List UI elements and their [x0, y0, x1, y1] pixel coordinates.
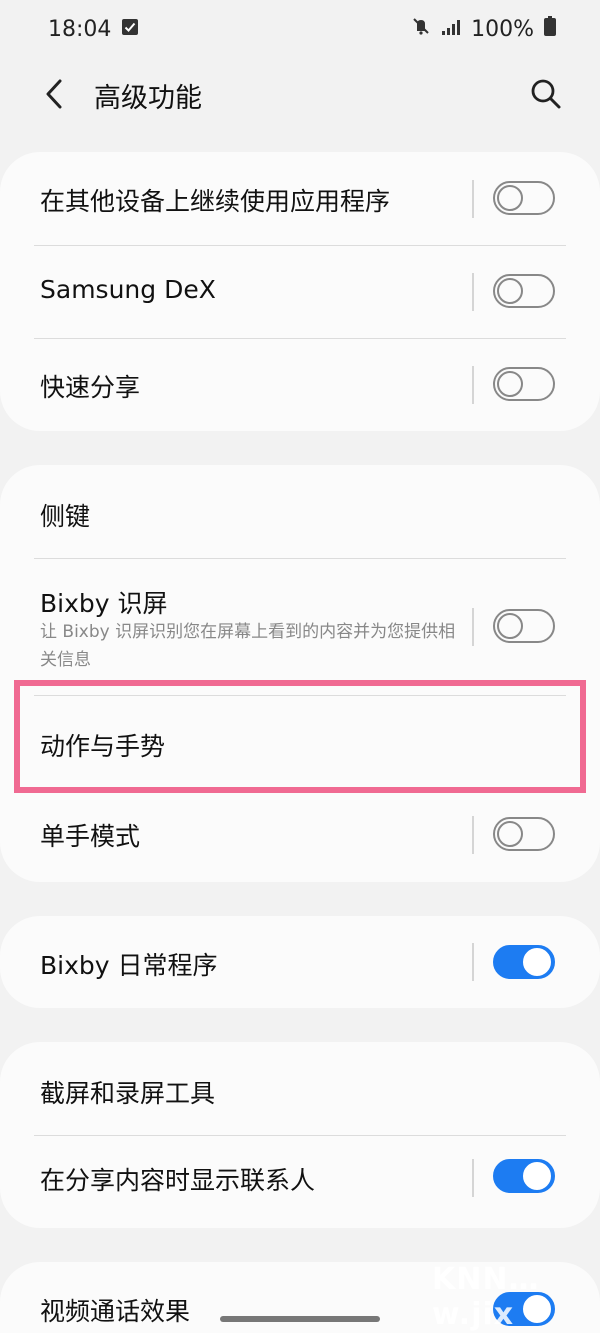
quick-share-toggle[interactable]: [493, 367, 555, 401]
row-separator: [472, 608, 474, 646]
toggle-knob: [497, 821, 523, 847]
row-screenshot-tools[interactable]: 截屏和录屏工具: [0, 1042, 600, 1135]
row-bixby-routines[interactable]: Bixby 日常程序: [0, 916, 600, 1008]
row-separator: [472, 816, 474, 854]
row-label: 在分享内容时显示联系人: [40, 1166, 316, 1195]
samsung-dex-toggle[interactable]: [493, 274, 555, 308]
battery-icon: [544, 16, 556, 42]
row-label: 动作与手势: [40, 732, 166, 761]
search-icon: [531, 79, 561, 109]
row-label: Bixby 日常程序: [40, 951, 218, 980]
row-continue-apps[interactable]: 在其他设备上继续使用应用程序: [0, 152, 600, 245]
settings-card-bixby: Bixby 日常程序: [0, 916, 600, 1008]
toggle-knob: [523, 948, 551, 976]
row-separator: [472, 943, 474, 981]
row-separator: [472, 366, 474, 404]
row-separator: [472, 1159, 474, 1197]
toggle-knob: [523, 1162, 551, 1190]
toggle-knob: [497, 371, 523, 397]
row-label: 单手模式: [40, 822, 141, 851]
row-label: 侧键: [40, 502, 91, 531]
row-motions-gestures[interactable]: 动作与手势: [0, 695, 600, 789]
row-samsung-dex[interactable]: Samsung DeX: [0, 245, 600, 338]
status-time: 18:04: [48, 16, 112, 42]
toggle-knob: [497, 613, 523, 639]
home-indicator[interactable]: [220, 1316, 380, 1322]
status-bar: 18:04 100%: [0, 0, 600, 58]
toggle-knob: [497, 278, 523, 304]
settings-card-sharing: 截屏和录屏工具 在分享内容时显示联系人: [0, 1042, 600, 1228]
battery-percent: 100%: [471, 16, 534, 42]
page-title: 高级功能: [94, 83, 202, 114]
one-hand-toggle[interactable]: [493, 817, 555, 851]
row-label: 视频通话效果: [40, 1297, 191, 1326]
row-label: Samsung DeX: [40, 275, 216, 304]
row-one-hand-mode[interactable]: 单手模式: [0, 789, 600, 882]
row-description: 让 Bixby 识屏识别您在屏幕上看到的内容并为您提供相关信息: [40, 622, 456, 670]
mute-icon: [411, 16, 431, 42]
signal-icon: [441, 17, 461, 42]
row-separator: [472, 273, 474, 311]
watermark: KNN…w.jix: [432, 1262, 540, 1332]
bixby-vision-toggle[interactable]: [493, 609, 555, 643]
row-show-contacts[interactable]: 在分享内容时显示联系人: [0, 1135, 600, 1228]
back-arrow-icon: [46, 79, 62, 109]
show-contacts-toggle[interactable]: [493, 1159, 555, 1193]
row-label: 快速分享: [40, 373, 141, 402]
notification-check-icon: [121, 17, 139, 42]
status-left: 18:04: [48, 17, 139, 42]
search-button[interactable]: [528, 76, 564, 112]
row-quick-share[interactable]: 快速分享: [0, 338, 600, 431]
settings-card-keys: 侧键 Bixby 识屏 让 Bixby 识屏识别您在屏幕上看到的内容并为您提供相…: [0, 465, 600, 882]
row-label: Bixby 识屏: [40, 589, 168, 618]
app-header: 高级功能: [0, 58, 600, 130]
toggle-knob: [497, 185, 523, 211]
back-button[interactable]: [38, 76, 74, 112]
row-label: 截屏和录屏工具: [40, 1079, 216, 1108]
continue-apps-toggle[interactable]: [493, 181, 555, 215]
settings-card-connect: 在其他设备上继续使用应用程序 Samsung DeX 快速分享: [0, 152, 600, 431]
row-bixby-vision[interactable]: Bixby 识屏 让 Bixby 识屏识别您在屏幕上看到的内容并为您提供相关信息: [0, 558, 600, 695]
row-label: 在其他设备上继续使用应用程序: [40, 187, 391, 216]
row-side-key[interactable]: 侧键: [0, 465, 600, 558]
status-right: 100%: [411, 16, 556, 42]
row-separator: [472, 180, 474, 218]
bixby-routines-toggle[interactable]: [493, 945, 555, 979]
